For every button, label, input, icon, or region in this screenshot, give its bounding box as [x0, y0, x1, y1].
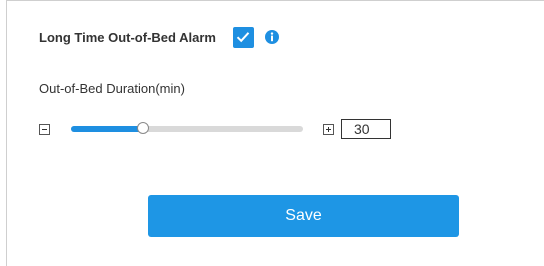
settings-panel: Long Time Out-of-Bed Alarm Out-of-Bed Du…	[6, 0, 544, 266]
alarm-enable-checkbox[interactable]	[232, 26, 254, 48]
info-glyph	[270, 32, 274, 42]
plus-box-icon[interactable]	[323, 123, 334, 135]
duration-value-input[interactable]: 30	[341, 119, 391, 139]
duration-slider[interactable]	[71, 122, 303, 134]
check-icon	[237, 32, 250, 43]
save-button[interactable]: Save	[148, 195, 459, 237]
slider-thumb[interactable]	[137, 122, 149, 134]
duration-slider-row: 30	[39, 119, 391, 139]
minus-box-icon[interactable]	[39, 123, 50, 135]
alarm-header: Long Time Out-of-Bed Alarm	[39, 26, 279, 48]
info-icon[interactable]	[264, 30, 279, 44]
slider-fill	[71, 126, 143, 132]
alarm-title: Long Time Out-of-Bed Alarm	[39, 29, 216, 45]
duration-label: Out-of-Bed Duration(min)	[39, 81, 185, 96]
